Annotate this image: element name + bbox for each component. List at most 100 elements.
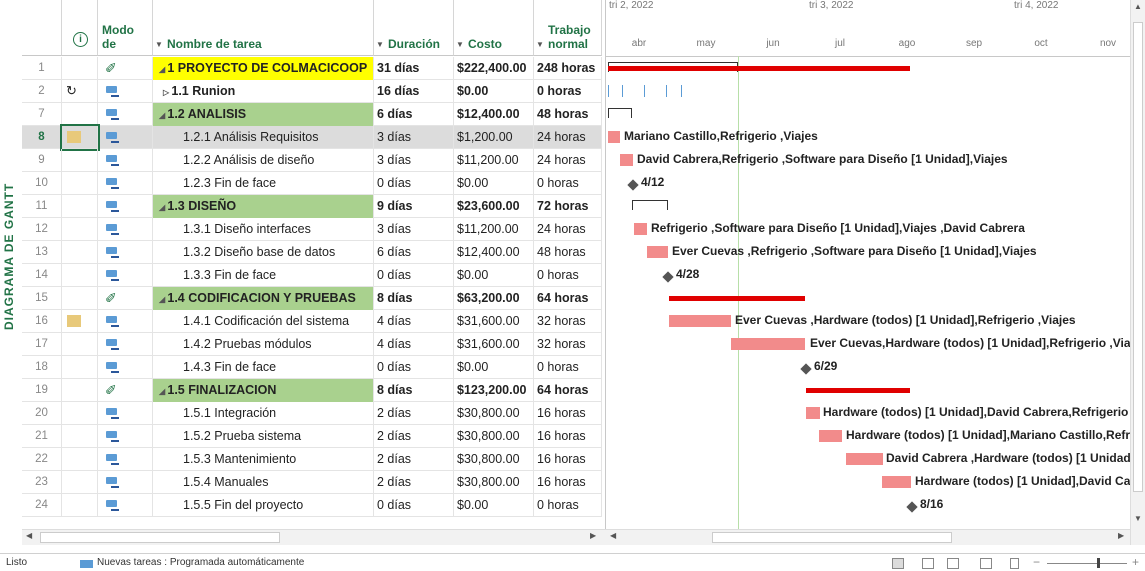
row-number[interactable]: 14 (22, 264, 62, 287)
cost-cell[interactable]: $123,200.00 (454, 379, 534, 402)
mode-cell[interactable] (98, 80, 153, 103)
table-row[interactable]: 23 1.5.4 Manuales 2 días $30,800.00 16 horas (22, 471, 602, 494)
task-usage-icon[interactable] (922, 558, 934, 569)
mode-cell[interactable] (98, 149, 153, 172)
recurring-occurrence[interactable] (608, 85, 609, 97)
note-icon[interactable] (67, 131, 81, 143)
duration-cell[interactable]: 4 días (374, 310, 454, 333)
table-row[interactable]: 16 1.4.1 Codificación del sistema 4 días $3… (22, 310, 602, 333)
cost-cell[interactable]: $222,400.00 (454, 57, 534, 80)
row-number[interactable]: 18 (22, 356, 62, 379)
cost-cell[interactable]: $0.00 (454, 264, 534, 287)
mode-cell[interactable] (98, 218, 153, 241)
recurring-occurrence[interactable] (666, 85, 667, 97)
duration-cell[interactable]: 2 días (374, 471, 454, 494)
cost-cell[interactable]: $11,200.00 (454, 149, 534, 172)
duration-cell[interactable]: 4 días (374, 333, 454, 356)
mode-cell[interactable]: ✐ (98, 379, 153, 402)
recurring-occurrence[interactable] (681, 85, 682, 97)
table-row[interactable]: 21 1.5.2 Prueba sistema 2 días $30,800.00 16… (22, 425, 602, 448)
duration-cell[interactable]: 3 días (374, 149, 454, 172)
resource-sheet-icon[interactable] (980, 558, 992, 569)
row-number[interactable]: 21 (22, 425, 62, 448)
vertical-scrollbar[interactable]: ▲ ▼ (1130, 0, 1145, 545)
mode-cell[interactable] (98, 172, 153, 195)
task-name-cell[interactable]: 1.3.2 Diseño base de datos (153, 241, 374, 264)
scroll-down-icon[interactable]: ▼ (1134, 514, 1142, 523)
milestone-marker[interactable] (627, 179, 639, 191)
duration-cell[interactable]: 0 días (374, 172, 454, 195)
summary-bar[interactable] (669, 296, 805, 301)
cost-cell[interactable]: $30,800.00 (454, 471, 534, 494)
duration-column-header[interactable]: ▼ Duración (374, 0, 454, 56)
task-name-cell[interactable]: 1.2.2 Análisis de diseño (153, 149, 374, 172)
table-row[interactable]: 22 1.5.3 Mantenimiento 2 días $30,800.00 16 … (22, 448, 602, 471)
row-number[interactable]: 7 (22, 103, 62, 126)
cost-cell[interactable]: $30,800.00 (454, 448, 534, 471)
mode-cell[interactable] (98, 333, 153, 356)
table-row[interactable]: 18 1.4.3 Fin de face 0 días $0.00 0 horas (22, 356, 602, 379)
scroll-up-icon[interactable]: ▲ (1134, 2, 1142, 11)
milestone-marker[interactable] (906, 501, 918, 513)
task-name-cell[interactable]: 1.4.3 Fin de face (153, 356, 374, 379)
mode-cell[interactable]: ✐ (98, 287, 153, 310)
task-name-cell[interactable]: 1.3.1 Diseño interfaces (153, 218, 374, 241)
cost-cell[interactable]: $0.00 (454, 80, 534, 103)
table-row[interactable]: 1 ✐ ◢ 1 PROYECTO DE COLMACICOOP 31 días $222… (22, 57, 602, 80)
duration-cell[interactable]: 0 días (374, 264, 454, 287)
duration-cell[interactable]: 16 días (374, 80, 454, 103)
milestone-marker[interactable] (662, 271, 674, 283)
task-bar[interactable] (647, 246, 668, 258)
task-name-cell[interactable]: 1.5.1 Integración (153, 402, 374, 425)
task-name-cell[interactable]: ◢ 1.3 DISEÑO (153, 195, 374, 218)
indicators-column-header[interactable]: i (62, 0, 98, 56)
work-cell[interactable]: 16 horas (534, 425, 602, 448)
duration-cell[interactable]: 0 días (374, 356, 454, 379)
table-row[interactable]: 17 1.4.2 Pruebas módulos 4 días $31,600.00 3… (22, 333, 602, 356)
table-row[interactable]: 12 1.3.1 Diseño interfaces 3 días $11,200.0… (22, 218, 602, 241)
duration-cell[interactable]: 8 días (374, 287, 454, 310)
duration-cell[interactable]: 6 días (374, 241, 454, 264)
table-row[interactable]: 14 1.3.3 Fin de face 0 días $0.00 0 horas (22, 264, 602, 287)
mode-cell[interactable] (98, 126, 153, 149)
mode-column-header[interactable]: Modo de (98, 0, 153, 56)
mode-cell[interactable]: ✐ (98, 57, 153, 80)
summary-bar[interactable] (608, 66, 910, 71)
mode-cell[interactable] (98, 310, 153, 333)
cost-cell[interactable]: $0.00 (454, 356, 534, 379)
dropdown-icon[interactable]: ▼ (376, 40, 384, 49)
task-name-cell[interactable]: 1.5.5 Fin del proyecto (153, 494, 374, 517)
work-cell[interactable]: 0 horas (534, 172, 602, 195)
scroll-thumb[interactable] (1133, 22, 1143, 492)
scroll-left-icon[interactable]: ◀ (26, 531, 32, 540)
work-cell[interactable]: 64 horas (534, 379, 602, 402)
gantt-view-icon[interactable] (892, 558, 904, 569)
zoom-slider[interactable] (1047, 563, 1127, 564)
mode-cell[interactable] (98, 448, 153, 471)
task-name-cell[interactable]: ◢ 1.5 FINALIZACION (153, 379, 374, 402)
row-number[interactable]: 20 (22, 402, 62, 425)
task-bar[interactable] (731, 338, 805, 350)
mode-cell[interactable] (98, 195, 153, 218)
task-bar[interactable] (819, 430, 842, 442)
cost-cell[interactable]: $63,200.00 (454, 287, 534, 310)
work-cell[interactable]: 24 horas (534, 126, 602, 149)
cost-cell[interactable]: $31,600.00 (454, 333, 534, 356)
name-column-header[interactable]: ▼ Nombre de tarea (153, 0, 374, 56)
task-name-cell[interactable]: 1.5.4 Manuales (153, 471, 374, 494)
table-row[interactable]: 24 1.5.5 Fin del proyecto 0 días $0.00 0 hor… (22, 494, 602, 517)
summary-bar[interactable] (806, 388, 910, 393)
cost-cell[interactable]: $12,400.00 (454, 103, 534, 126)
table-row[interactable]: 8 1.2.1 Análisis Requisitos 3 días $1,200.0… (22, 124, 602, 151)
team-planner-icon[interactable] (947, 558, 959, 569)
cost-cell[interactable]: $30,800.00 (454, 402, 534, 425)
work-column-header[interactable]: ▼ Trabajo normal (534, 0, 602, 56)
cost-column-header[interactable]: ▼ Costo (454, 0, 534, 56)
mode-cell[interactable] (98, 241, 153, 264)
task-name-cell[interactable]: 1.4.2 Pruebas módulos (153, 333, 374, 356)
task-name-cell[interactable]: 1.5.3 Mantenimiento (153, 448, 374, 471)
work-cell[interactable]: 0 horas (534, 494, 602, 517)
task-name-cell[interactable]: 1.3.3 Fin de face (153, 264, 374, 287)
grid-scroll-thumb[interactable] (40, 532, 280, 543)
task-bar[interactable] (846, 453, 883, 465)
